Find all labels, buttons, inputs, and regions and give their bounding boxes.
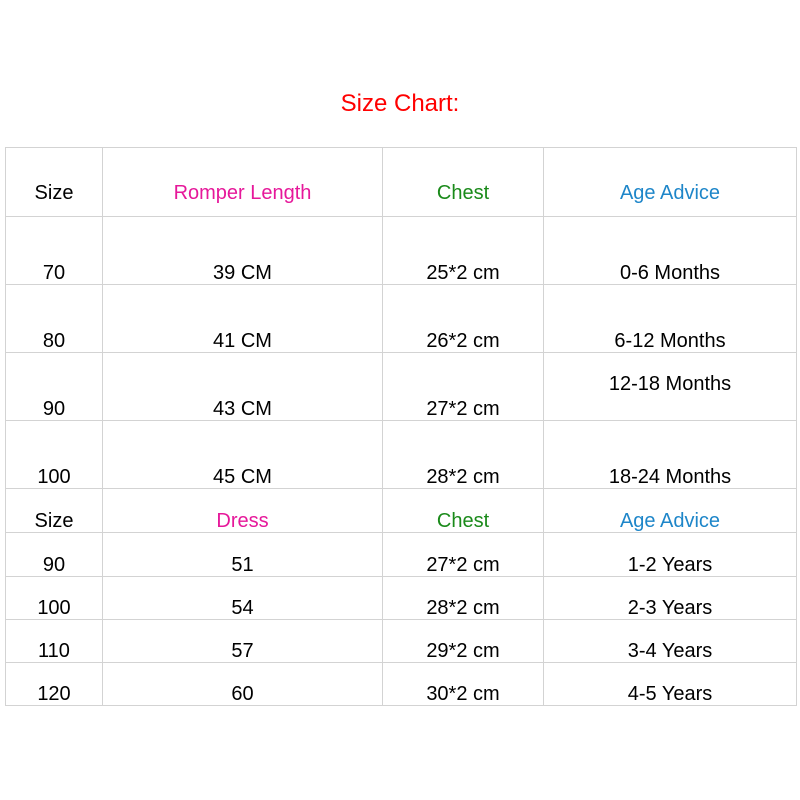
table-row: 120 60 30*2 cm 4-5 Years bbox=[5, 662, 797, 706]
age-advice-cell: 18-24 Months bbox=[543, 420, 797, 489]
dress-length-cell: 60 bbox=[102, 662, 383, 706]
age-advice-cell: 6-12 Months bbox=[543, 284, 797, 353]
table-row: 80 41 CM 26*2 cm 6-12 Months bbox=[5, 284, 797, 353]
header-chest: Chest bbox=[382, 488, 544, 533]
chest-cell: 28*2 cm bbox=[382, 420, 544, 489]
table-row: 90 43 CM 27*2 cm 12-18 Months bbox=[5, 352, 797, 421]
table-row: 110 57 29*2 cm 3-4 Years bbox=[5, 619, 797, 663]
chest-cell: 27*2 cm bbox=[382, 532, 544, 577]
dress-length-cell: 54 bbox=[102, 576, 383, 620]
size-cell: 100 bbox=[5, 420, 103, 489]
romper-length-cell: 45 CM bbox=[102, 420, 383, 489]
size-cell: 90 bbox=[5, 532, 103, 577]
chest-cell: 29*2 cm bbox=[382, 619, 544, 663]
table-row: 100 45 CM 28*2 cm 18-24 Months bbox=[5, 420, 797, 489]
size-cell: 120 bbox=[5, 662, 103, 706]
age-advice-cell: 3-4 Years bbox=[543, 619, 797, 663]
age-advice-cell: 4-5 Years bbox=[543, 662, 797, 706]
header-dress: Dress bbox=[102, 488, 383, 533]
size-cell: 80 bbox=[5, 284, 103, 353]
chest-cell: 26*2 cm bbox=[382, 284, 544, 353]
size-cell: 90 bbox=[5, 352, 103, 421]
header-age-advice: Age Advice bbox=[543, 147, 797, 217]
dress-length-cell: 51 bbox=[102, 532, 383, 577]
romper-length-cell: 43 CM bbox=[102, 352, 383, 421]
page-title: Size Chart: bbox=[340, 90, 460, 117]
chest-cell: 27*2 cm bbox=[382, 352, 544, 421]
chest-cell: 25*2 cm bbox=[382, 216, 544, 285]
header-size: Size bbox=[5, 488, 103, 533]
header-age-advice: Age Advice bbox=[543, 488, 797, 533]
table-row: 100 54 28*2 cm 2-3 Years bbox=[5, 576, 797, 620]
table-row: 70 39 CM 25*2 cm 0-6 Months bbox=[5, 216, 797, 285]
romper-header-row: Size Romper Length Chest Age Advice bbox=[5, 147, 797, 217]
size-chart-table: Size Romper Length Chest Age Advice 70 3… bbox=[5, 147, 797, 706]
size-cell: 70 bbox=[5, 216, 103, 285]
romper-length-cell: 39 CM bbox=[102, 216, 383, 285]
age-advice-cell: 2-3 Years bbox=[543, 576, 797, 620]
header-chest: Chest bbox=[382, 147, 544, 217]
size-cell: 100 bbox=[5, 576, 103, 620]
age-advice-cell: 1-2 Years bbox=[543, 532, 797, 577]
age-advice-cell: 0-6 Months bbox=[543, 216, 797, 285]
chest-cell: 30*2 cm bbox=[382, 662, 544, 706]
romper-length-cell: 41 CM bbox=[102, 284, 383, 353]
header-size: Size bbox=[5, 147, 103, 217]
dress-length-cell: 57 bbox=[102, 619, 383, 663]
age-advice-cell: 12-18 Months bbox=[543, 352, 797, 421]
chest-cell: 28*2 cm bbox=[382, 576, 544, 620]
dress-header-row: Size Dress Chest Age Advice bbox=[5, 488, 797, 533]
table-row: 90 51 27*2 cm 1-2 Years bbox=[5, 532, 797, 577]
header-romper-length: Romper Length bbox=[102, 147, 383, 217]
size-cell: 110 bbox=[5, 619, 103, 663]
